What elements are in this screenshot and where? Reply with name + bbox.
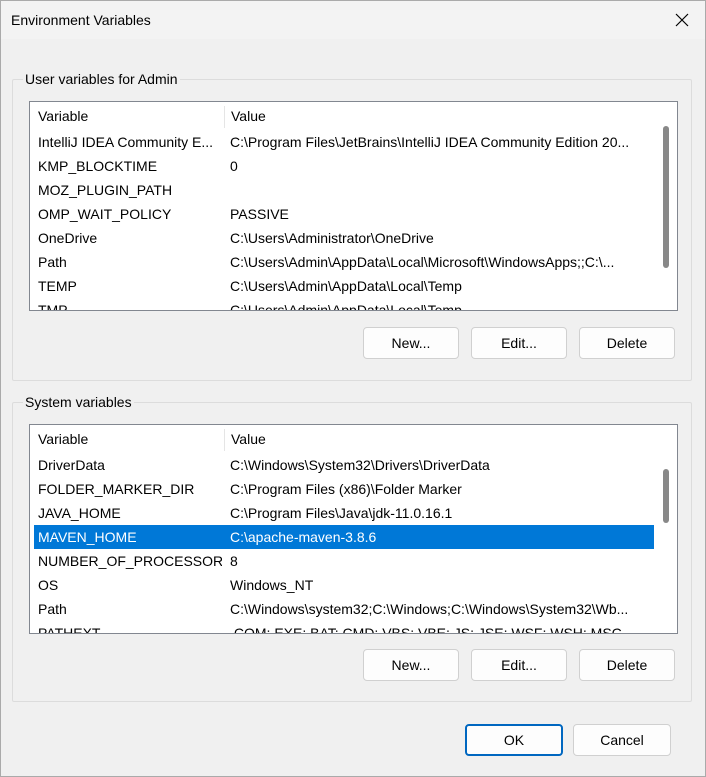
variable-name-cell: DriverData <box>38 457 105 473</box>
variable-value-cell: C:\apache-maven-3.8.6 <box>230 529 377 545</box>
table-row[interactable]: MAVEN_HOME C:\apache-maven-3.8.6 <box>34 525 654 549</box>
environment-variables-dialog: Environment Variables User variables for… <box>0 0 706 777</box>
variable-name-cell: FOLDER_MARKER_DIR <box>38 481 195 497</box>
variable-value-cell: C:\Windows\System32\Drivers\DriverData <box>230 457 490 473</box>
table-row[interactable]: IntelliJ IDEA Community E... C:\Program F… <box>34 130 654 154</box>
window-title: Environment Variables <box>11 12 151 28</box>
system-new-button[interactable]: New... <box>363 649 459 681</box>
system-list-header: Variable Value <box>30 425 655 451</box>
user-delete-button[interactable]: Delete <box>579 327 675 359</box>
table-row[interactable]: JAVA_HOME C:\Program Files\Java\jdk-11.0.… <box>34 501 654 525</box>
user-list-scrollbar[interactable] <box>655 102 677 310</box>
column-header-value[interactable]: Value <box>225 102 645 128</box>
variable-value-cell: C:\Program Files (x86)\Folder Marker <box>230 481 462 497</box>
variable-name-cell: MAVEN_HOME <box>38 529 137 545</box>
system-edit-button[interactable]: Edit... <box>471 649 567 681</box>
table-row[interactable]: MOZ_PLUGIN_PATH <box>34 178 654 202</box>
user-new-button[interactable]: New... <box>363 327 459 359</box>
scrollbar-thumb[interactable] <box>663 126 669 268</box>
system-list-scrollbar[interactable] <box>655 425 677 633</box>
variable-name-cell: MOZ_PLUGIN_PATH <box>38 182 173 198</box>
column-header-value[interactable]: Value <box>225 425 645 451</box>
table-row[interactable]: PATHEXT .COM;.EXE;.BAT;.CMD;.VBS;.VBE;.JS… <box>34 621 654 634</box>
variable-name-cell: OS <box>38 577 59 593</box>
column-header-variable[interactable]: Variable <box>32 425 224 451</box>
variable-value-cell: C:\Windows\system32;C:\Windows;C:\Window… <box>230 601 629 617</box>
variable-name-cell: Path <box>38 601 67 617</box>
close-icon <box>675 13 689 27</box>
variable-name-cell: JAVA_HOME <box>38 505 121 521</box>
variable-value-cell: C:\Users\Admin\AppData\Local\Temp <box>230 278 462 294</box>
table-row[interactable]: NUMBER_OF_PROCESSORS 8 <box>34 549 654 573</box>
close-button[interactable] <box>659 1 705 39</box>
scrollbar-thumb[interactable] <box>663 469 669 523</box>
system-variables-list[interactable]: Variable Value DriverData C:\Windows\Syst… <box>29 424 678 634</box>
user-list-header: Variable Value <box>30 102 655 128</box>
table-row[interactable]: OneDrive C:\Users\Administrator\OneDrive <box>34 226 654 250</box>
variable-value-cell: C:\Users\Admin\AppData\Local\Microsoft\W… <box>230 254 615 270</box>
variable-name-cell: PATHEXT <box>38 625 101 634</box>
variable-name-cell: OneDrive <box>38 230 98 246</box>
variable-name-cell: KMP_BLOCKTIME <box>38 158 158 174</box>
table-row[interactable]: DriverData C:\Windows\System32\Drivers\Dr… <box>34 453 654 477</box>
variable-value-cell: C:\Program Files\JetBrains\IntelliJ IDEA… <box>230 134 630 150</box>
column-header-variable[interactable]: Variable <box>32 102 224 128</box>
table-row[interactable]: Path C:\Windows\system32;C:\Windows;C:\Wi… <box>34 597 654 621</box>
variable-value-cell: C:\Users\Administrator\OneDrive <box>230 230 434 246</box>
system-variables-label: System variables <box>23 394 134 410</box>
user-edit-button[interactable]: Edit... <box>471 327 567 359</box>
variable-name-cell: TMP <box>38 302 68 311</box>
table-row[interactable]: TEMP C:\Users\Admin\AppData\Local\Temp <box>34 274 654 298</box>
variable-value-cell: 8 <box>230 553 238 569</box>
table-row[interactable]: Path C:\Users\Admin\AppData\Local\Microso… <box>34 250 654 274</box>
title-bar: Environment Variables <box>1 1 705 39</box>
variable-name-cell: IntelliJ IDEA Community E... <box>38 134 214 150</box>
ok-button[interactable]: OK <box>465 724 563 756</box>
variable-value-cell: .COM;.EXE;.BAT;.CMD;.VBS;.VBE;.JS;.JSE;.… <box>230 625 622 634</box>
variable-value-cell: C:\Users\Admin\AppData\Local\Temp <box>230 302 462 311</box>
variable-name-cell: TEMP <box>38 278 77 294</box>
variable-name-cell: Path <box>38 254 67 270</box>
variable-name-cell: OMP_WAIT_POLICY <box>38 206 172 222</box>
table-row[interactable]: OMP_WAIT_POLICY PASSIVE <box>34 202 654 226</box>
variable-name-cell: NUMBER_OF_PROCESSORS <box>38 553 222 569</box>
variable-value-cell: PASSIVE <box>230 206 289 222</box>
system-delete-button[interactable]: Delete <box>579 649 675 681</box>
table-row[interactable]: OS Windows_NT <box>34 573 654 597</box>
cancel-button[interactable]: Cancel <box>573 724 671 756</box>
user-variables-label: User variables for Admin <box>23 71 180 87</box>
variable-value-cell: 0 <box>230 158 238 174</box>
variable-value-cell: C:\Program Files\Java\jdk-11.0.16.1 <box>230 505 453 521</box>
user-variables-list[interactable]: Variable Value IntelliJ IDEA Community E… <box>29 101 678 311</box>
variable-value-cell: Windows_NT <box>230 577 314 593</box>
table-row[interactable]: FOLDER_MARKER_DIR C:\Program Files (x86)\… <box>34 477 654 501</box>
table-row[interactable]: KMP_BLOCKTIME 0 <box>34 154 654 178</box>
table-row[interactable]: TMP C:\Users\Admin\AppData\Local\Temp <box>34 298 654 311</box>
